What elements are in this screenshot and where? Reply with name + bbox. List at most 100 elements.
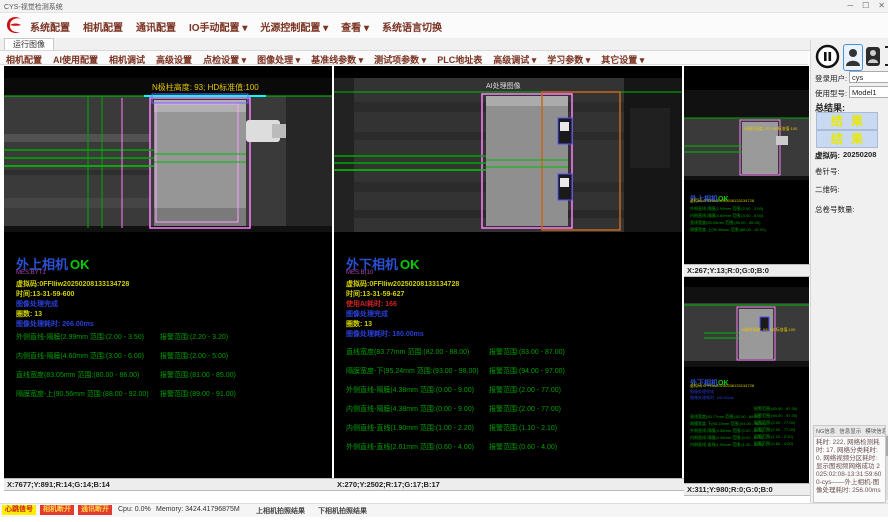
mini-row-alarm: 报警范围:(1.10 - 2.10)	[754, 433, 793, 440]
left-camera-image[interactable]: N极柱高度: 93; HD标准值:100	[4, 78, 332, 232]
mini-row-alarm: 报警范围:(2.00 - 77.00)	[754, 426, 795, 433]
bottom-camera-result-status: 下相机拍照结果	[318, 506, 367, 516]
measurement-text: 直线宽度(83.77mm 范围:(82.00 - 88.00)	[346, 347, 469, 357]
user-dark-icon	[866, 47, 880, 66]
left-count-line: 圈数: 13	[16, 309, 42, 319]
middle-camera-panel: AI处理图像 外下相机OK MES:B(10 虚拟码:0FFIIiw202502…	[334, 66, 682, 478]
result-box-bottom: 结果	[816, 130, 878, 148]
menu-item-camera-config[interactable]: 相机配置	[83, 19, 123, 34]
user-mode-button[interactable]	[843, 44, 863, 71]
middle-elapsed-line: 图像处理耗时: 180.00ms	[346, 329, 424, 339]
right-top-overlay-text: N极柱高度: 93; HD标准值:100	[744, 125, 798, 131]
left-camera-result: OK	[70, 257, 90, 272]
measurement-text: 内侧直线-隔膜(4.60mm 范围:(3.00 - 6.00)	[16, 351, 144, 361]
model-input[interactable]	[849, 86, 888, 98]
close-button[interactable]: ✕	[878, 1, 885, 10]
left-time-line: 时间:13-31-59-600	[16, 289, 74, 299]
exit-door-icon	[883, 45, 888, 67]
measurement-alarm: 报警范围:(83.00 - 87.00)	[489, 347, 565, 357]
mini-row: 隔膜宽度-上(90.56mm 范围:(88.00 - 92.00)	[690, 226, 805, 233]
middle-ai-line: 使用AI耗时: 166	[346, 299, 397, 309]
left-status-line: 图像处理完成	[16, 299, 58, 309]
mini-row: 外侧直线-隔膜(2.99mm 范围:(2.00 - 3.50)	[690, 205, 805, 212]
camera-status-badge: 相机断开	[40, 505, 74, 515]
measurement-alarm: 报警范围:(2.00 - 77.00)	[489, 404, 561, 414]
measurement-alarm: 报警范围:(2.20 - 3.20)	[160, 332, 228, 342]
toolbar-advanced-settings[interactable]: 高级设置	[156, 53, 192, 66]
logout-button[interactable]	[883, 45, 888, 72]
left-mes-line: MES:BYT1	[16, 270, 46, 276]
log-tab-ng-info[interactable]: NG信息	[816, 427, 835, 435]
measurement-text: 内侧直线-直线(1.90mm 范围:(1.00 - 2.20)	[346, 423, 474, 433]
menu-item-system-config[interactable]: 系统配置	[30, 19, 70, 34]
log-tab-info-display[interactable]: 信息显示	[839, 427, 861, 435]
toolbar-test-params[interactable]: 测试项参数 ▾	[374, 53, 426, 66]
menu-item-light-control-config[interactable]: 光源控制配置 ▾	[260, 19, 328, 34]
right-bottom-coordinate-strip: X:311;Y:980;R:0;G:0;B:0	[684, 483, 812, 496]
measurement-text: 直线宽度(83.05mm 范围:(80.00 - 86.00)	[16, 370, 139, 380]
comm-status-badge: 通讯断开	[78, 505, 112, 515]
middle-camera-image[interactable]: AI处理图像	[334, 78, 682, 232]
log-panel: NG信息 信息显示 模块信息 耗时: 222, 网络检测耗时: 17, 网络分类…	[813, 425, 886, 503]
toolbar-spot-check[interactable]: 点检设置 ▾	[203, 53, 246, 66]
measurement-alarm: 报警范围:(2.00 - 5.00)	[160, 351, 228, 361]
log-tab-module-info[interactable]: 模块信息	[865, 427, 886, 435]
mini-row-alarm: 报警范围:(94.00 - 97.00)	[754, 412, 797, 419]
menu-item-io-manual-config[interactable]: IO手动配置 ▾	[189, 19, 247, 34]
mini-row-alarm: 报警范围:(2.00 - 77.00)	[754, 419, 795, 426]
app-logo-icon	[4, 14, 26, 41]
middle-time-line: 时间:13-31-59-627	[346, 289, 404, 299]
left-barcode-line: 虚拟码:0FFIIiw20250208133134728	[16, 279, 129, 289]
menu-item-comm-config[interactable]: 通讯配置	[136, 19, 176, 34]
measurement-alarm: 报警范围:(0.60 - 4.00)	[489, 442, 557, 452]
measurement-text: 隔膜宽度-下(95.24mm 范围:(93.00 - 98.00)	[346, 366, 479, 376]
measurement-row: 直线宽度(83.05mm 范围:(80.00 - 86.00) 报警范围:(81…	[16, 370, 328, 389]
right-bottom-mini-rows: 直线宽度(83.77mm 范围:(82.00 - 88.00)报警范围:(83.…	[690, 405, 805, 447]
measurement-alarm: 报警范围:(2.00 - 77.00)	[489, 385, 561, 395]
right-bottom-camera-image[interactable]: N极柱高度: 93; HD标准值:100	[684, 287, 809, 367]
toolbar-camera-debug[interactable]: 相机调试	[109, 53, 145, 66]
heartbeat-status-badge: 心跳信号	[2, 505, 36, 515]
cell-count-label: 总卷号数量:	[815, 204, 855, 215]
toolbar-other-settings[interactable]: 其它设置 ▾	[601, 53, 644, 66]
right-bottom-camera-panel: N极柱高度: 93; HD标准值:100 外下相机OK 虚拟码:0FFIIiw2…	[684, 277, 809, 483]
minimize-button[interactable]: ─	[847, 1, 853, 10]
pin-number-label: 卷针号:	[815, 166, 840, 177]
left-overlay-text: N极柱高度: 93; HD标准值:100	[152, 82, 259, 92]
left-coordinate-strip: X:7677;Y:891;R:14;G:14;B:14	[4, 478, 335, 491]
toolbar-plc-address-table[interactable]: PLC地址表	[437, 53, 482, 66]
toolbar-advanced-debug[interactable]: 高级调试 ▾	[493, 53, 536, 66]
measurement-row: 隔膜宽度-上(90.56mm 范围:(88.00 - 92.00) 报警范围:(…	[16, 389, 328, 408]
result-box-top: 结果	[816, 112, 878, 130]
toolbar-ai-use-config[interactable]: AI使用配置	[53, 53, 98, 66]
toolbar-image-processing[interactable]: 图像处理 ▾	[257, 53, 300, 66]
middle-count-line: 圈数: 13	[346, 319, 372, 329]
measurement-text: 外侧直线-隔膜(4.38mm 范围:(0.00 - 9.00)	[346, 385, 474, 395]
toolbar-learning-params[interactable]: 学习参数 ▾	[547, 53, 590, 66]
measurement-text: 外侧直线-隔膜(2.99mm 范围:(2.00 - 3.50)	[16, 332, 144, 342]
pause-button[interactable]	[815, 44, 840, 74]
middle-barcode-line: 虚拟码:0FFIIiw20250208133134728	[346, 279, 459, 289]
toolbar-camera-config[interactable]: 相机配置	[6, 53, 42, 66]
mini-row-alarm: 报警范围:(0.60 - 4.00)	[754, 440, 793, 447]
virtual-code-value: 20250208	[843, 150, 876, 159]
virtual-code-label: 虚拟码:	[815, 150, 840, 161]
right-top-mini-rows: 外侧直线-隔膜(2.99mm 范围:(2.00 - 3.50) 内侧直线-隔膜(…	[690, 205, 805, 233]
tab-run-image[interactable]: 运行图像	[4, 38, 54, 50]
mini-row: 内侧直线-隔膜(4.60mm 范围:(3.00 - 6.00)	[690, 212, 805, 219]
app-window: CYS-视觉检测系统 ─ ☐ ✕ 系统配置 相机配置 通讯配置 IO手动配置 ▾…	[0, 0, 888, 522]
measurement-text: 隔膜宽度-上(90.56mm 范围:(88.00 - 92.00)	[16, 389, 149, 399]
toolbar: 相机配置 AI使用配置 相机调试 高级设置 点检设置 ▾ 图像处理 ▾ 基准线参…	[0, 51, 808, 65]
menu-item-language-switch[interactable]: 系统语言切换	[382, 19, 442, 34]
user-icon	[844, 45, 862, 70]
maximize-button[interactable]: ☐	[862, 1, 869, 10]
menu-item-view[interactable]: 查看 ▾	[341, 19, 369, 34]
middle-overlay-label: AI处理图像	[486, 81, 521, 90]
middle-measurement-list: 直线宽度(83.77mm 范围:(82.00 - 88.00) 报警范围:(83…	[346, 347, 678, 461]
login-user-input[interactable]	[849, 71, 888, 83]
measurement-text: 外侧直线-直线(2.61mm 范围:(0.60 - 4.00)	[346, 442, 474, 452]
toolbar-baseline-params[interactable]: 基准线参数 ▾	[311, 53, 363, 66]
admin-mode-button[interactable]	[866, 47, 880, 66]
login-user-label: 登录用户:	[815, 73, 847, 84]
right-top-camera-image[interactable]: N极柱高度: 93; HD标准值:100	[684, 90, 809, 180]
